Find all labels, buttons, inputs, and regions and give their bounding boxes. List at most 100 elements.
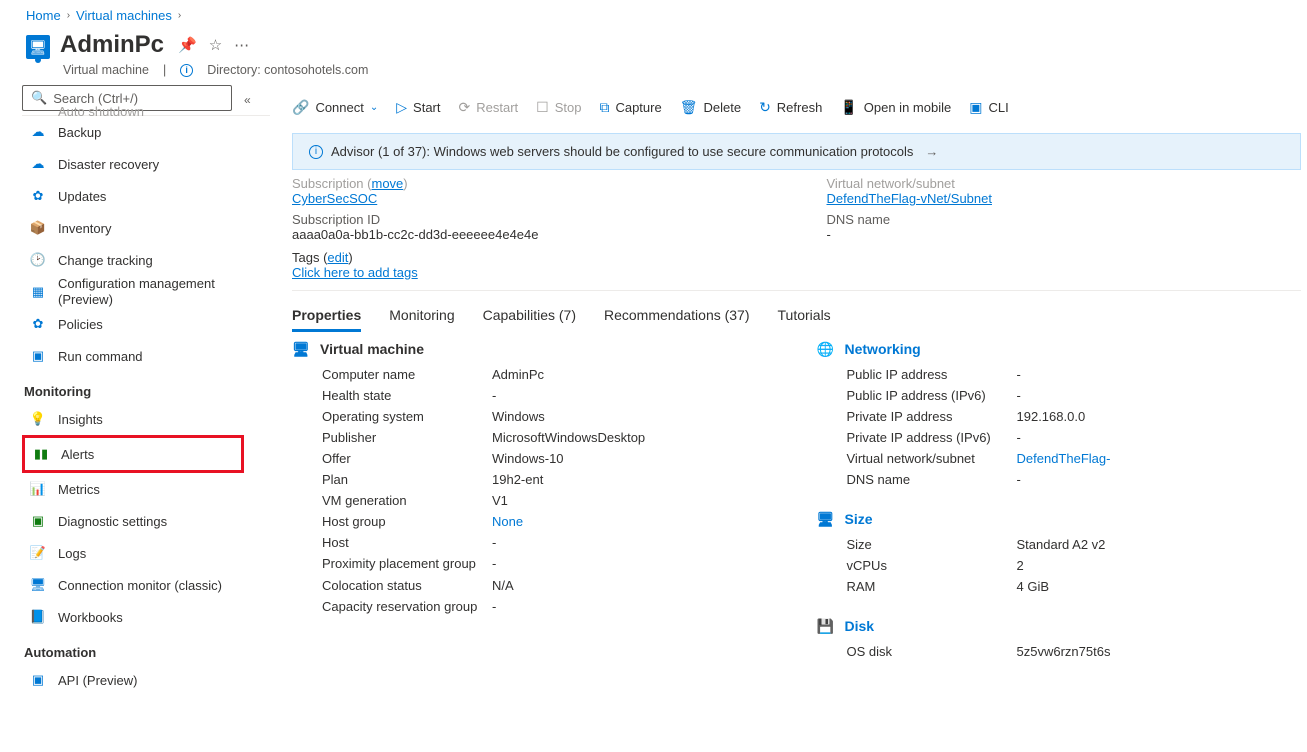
vnet-label: Virtual network/subnet: [827, 170, 1302, 191]
chevron-right-icon: ›: [178, 10, 181, 21]
sidebar-item-changetracking[interactable]: 🕑Change tracking: [22, 244, 270, 276]
vm-size: Standard A2 v2: [1017, 537, 1106, 552]
delete-icon: 🗑: [680, 99, 698, 116]
computer-name: AdminPc: [492, 367, 544, 382]
sidebar-group-monitoring: Monitoring: [22, 372, 270, 403]
updates-icon: ✿: [30, 188, 46, 204]
vnet-prop-link[interactable]: DefendTheFlag-: [1017, 451, 1111, 466]
stop-icon: ☐: [536, 99, 549, 116]
page-title: AdminPc: [60, 31, 164, 59]
disk-icon: 💾: [817, 617, 835, 635]
connect-button[interactable]: 🔗Connect⌄: [292, 99, 378, 116]
sidebar-item-alerts[interactable]: ▮▮Alerts: [25, 438, 241, 470]
connect-icon: 🔗: [292, 99, 309, 116]
search-icon: 🔍: [31, 90, 47, 106]
breadcrumb-vms[interactable]: Virtual machines: [76, 8, 172, 23]
tab-recommendations[interactable]: Recommendations (37): [604, 301, 750, 332]
collapse-icon[interactable]: «: [244, 93, 251, 107]
vm-section-head: 🖥 Virtual machine: [292, 340, 777, 358]
vnet-link[interactable]: DefendTheFlag-vNet/Subnet: [827, 191, 992, 206]
capture-icon: ⧉: [599, 99, 609, 116]
subscription-link[interactable]: CyberSecSOC: [292, 191, 377, 206]
sidebar-item-connmonitor[interactable]: 🖥Connection monitor (classic): [22, 569, 270, 601]
globe-icon: 🌐: [817, 340, 835, 358]
size-section-head[interactable]: 🖥 Size: [817, 510, 1302, 528]
size-icon: 🖥: [817, 510, 835, 528]
diagnostics-icon: ▣: [30, 513, 46, 529]
vm-icon: 🖥: [292, 340, 310, 358]
disk-section-head[interactable]: 💾 Disk: [817, 617, 1302, 635]
monitor-icon: 🖥: [30, 577, 46, 593]
cli-button[interactable]: ▣CLI: [969, 99, 1008, 116]
tags-edit-link[interactable]: edit: [327, 250, 348, 265]
recovery-icon: ☁: [30, 156, 46, 172]
alerts-callout: ▮▮Alerts: [22, 435, 244, 473]
sidebar-item-metrics[interactable]: 📊Metrics: [22, 473, 270, 505]
sidebar: 🔍 Search (Ctrl+/) « Auto shutdown ☁Backu…: [22, 85, 270, 696]
tab-properties[interactable]: Properties: [292, 301, 361, 332]
sidebar-item-workbooks[interactable]: 📘Workbooks: [22, 601, 270, 633]
sidebar-item-autoshutdown[interactable]: Auto shutdown: [22, 106, 270, 116]
alerts-icon: ▮▮: [33, 446, 49, 462]
sidebar-item-dr[interactable]: ☁Disaster recovery: [22, 148, 270, 180]
dns-value: -: [827, 227, 1302, 242]
main-content: 🔗Connect⌄ ▷Start ⟳Restart ☐Stop ⧉Capture…: [270, 85, 1307, 696]
sidebar-item-backup[interactable]: ☁Backup: [22, 116, 270, 148]
vm-icon: 🖥: [26, 35, 50, 59]
dns-label: DNS name: [827, 206, 1302, 227]
tab-tutorials[interactable]: Tutorials: [778, 301, 831, 332]
sidebar-item-api[interactable]: ▣API (Preview): [22, 664, 270, 696]
metrics-icon: 📊: [30, 481, 46, 497]
tab-capabilities[interactable]: Capabilities (7): [483, 301, 576, 332]
pin-icon[interactable]: 📌: [178, 36, 197, 54]
tab-monitoring[interactable]: Monitoring: [389, 301, 454, 332]
star-icon[interactable]: ☆: [209, 36, 222, 54]
networking-section-head[interactable]: 🌐 Networking: [817, 340, 1302, 358]
chevron-right-icon: ›: [67, 10, 70, 21]
sidebar-group-automation: Automation: [22, 633, 270, 664]
breadcrumb: Home › Virtual machines ›: [0, 0, 1307, 31]
page-header: 🖥 AdminPc 📌 ☆ ⋯: [0, 31, 1307, 63]
inventory-icon: 📦: [30, 220, 46, 236]
delete-button[interactable]: 🗑Delete: [680, 99, 741, 116]
insights-icon: 💡: [30, 411, 46, 427]
info-icon: i: [309, 145, 323, 159]
sidebar-item-diagnostics[interactable]: ▣Diagnostic settings: [22, 505, 270, 537]
start-button[interactable]: ▷Start: [396, 99, 440, 116]
config-icon: ▦: [30, 284, 46, 300]
arrow-right-icon: →: [925, 144, 938, 159]
refresh-icon: ↻: [759, 99, 771, 116]
sidebar-item-policies[interactable]: ✿Policies: [22, 308, 270, 340]
sidebar-item-logs[interactable]: 📝Logs: [22, 537, 270, 569]
logs-icon: 📝: [30, 545, 46, 561]
refresh-button[interactable]: ↻Refresh: [759, 99, 822, 116]
mobile-button[interactable]: 📱Open in mobile: [840, 99, 951, 116]
advisor-banner[interactable]: i Advisor (1 of 37): Windows web servers…: [292, 133, 1301, 170]
stop-button[interactable]: ☐Stop: [536, 99, 581, 116]
capture-button[interactable]: ⧉Capture: [599, 99, 661, 116]
breadcrumb-home[interactable]: Home: [26, 8, 61, 23]
private-ip: 192.168.0.0: [1017, 409, 1086, 424]
toolbar: 🔗Connect⌄ ▷Start ⟳Restart ☐Stop ⧉Capture…: [292, 85, 1301, 129]
subid-value: aaaa0a0a-bb1b-cc2c-dd3d-eeeeee4e4e4e: [292, 227, 767, 242]
sidebar-item-inventory[interactable]: 📦Inventory: [22, 212, 270, 244]
sidebar-item-updates[interactable]: ✿Updates: [22, 180, 270, 212]
workbooks-icon: 📘: [30, 609, 46, 625]
info-icon[interactable]: i: [180, 64, 193, 77]
os-disk: 5z5vw6rzn75t6s: [1017, 644, 1111, 659]
more-icon[interactable]: ⋯: [234, 36, 249, 54]
cli-icon: ▣: [969, 99, 982, 116]
tags-label: Tags: [292, 250, 319, 265]
hostgroup-link[interactable]: None: [492, 514, 523, 529]
subid-label: Subscription ID: [292, 206, 767, 227]
sidebar-item-insights[interactable]: 💡Insights: [22, 403, 270, 435]
mobile-icon: 📱: [840, 99, 857, 116]
sidebar-item-configmgmt[interactable]: ▦Configuration management (Preview): [22, 276, 270, 308]
play-icon: ▷: [396, 99, 407, 116]
restart-button[interactable]: ⟳Restart: [459, 99, 519, 116]
policies-icon: ✿: [30, 316, 46, 332]
tags-add-link[interactable]: Click here to add tags: [292, 265, 418, 280]
move-link[interactable]: move: [372, 176, 404, 191]
resource-type: Virtual machine: [63, 63, 149, 77]
sidebar-item-runcommand[interactable]: ▣Run command: [22, 340, 270, 372]
